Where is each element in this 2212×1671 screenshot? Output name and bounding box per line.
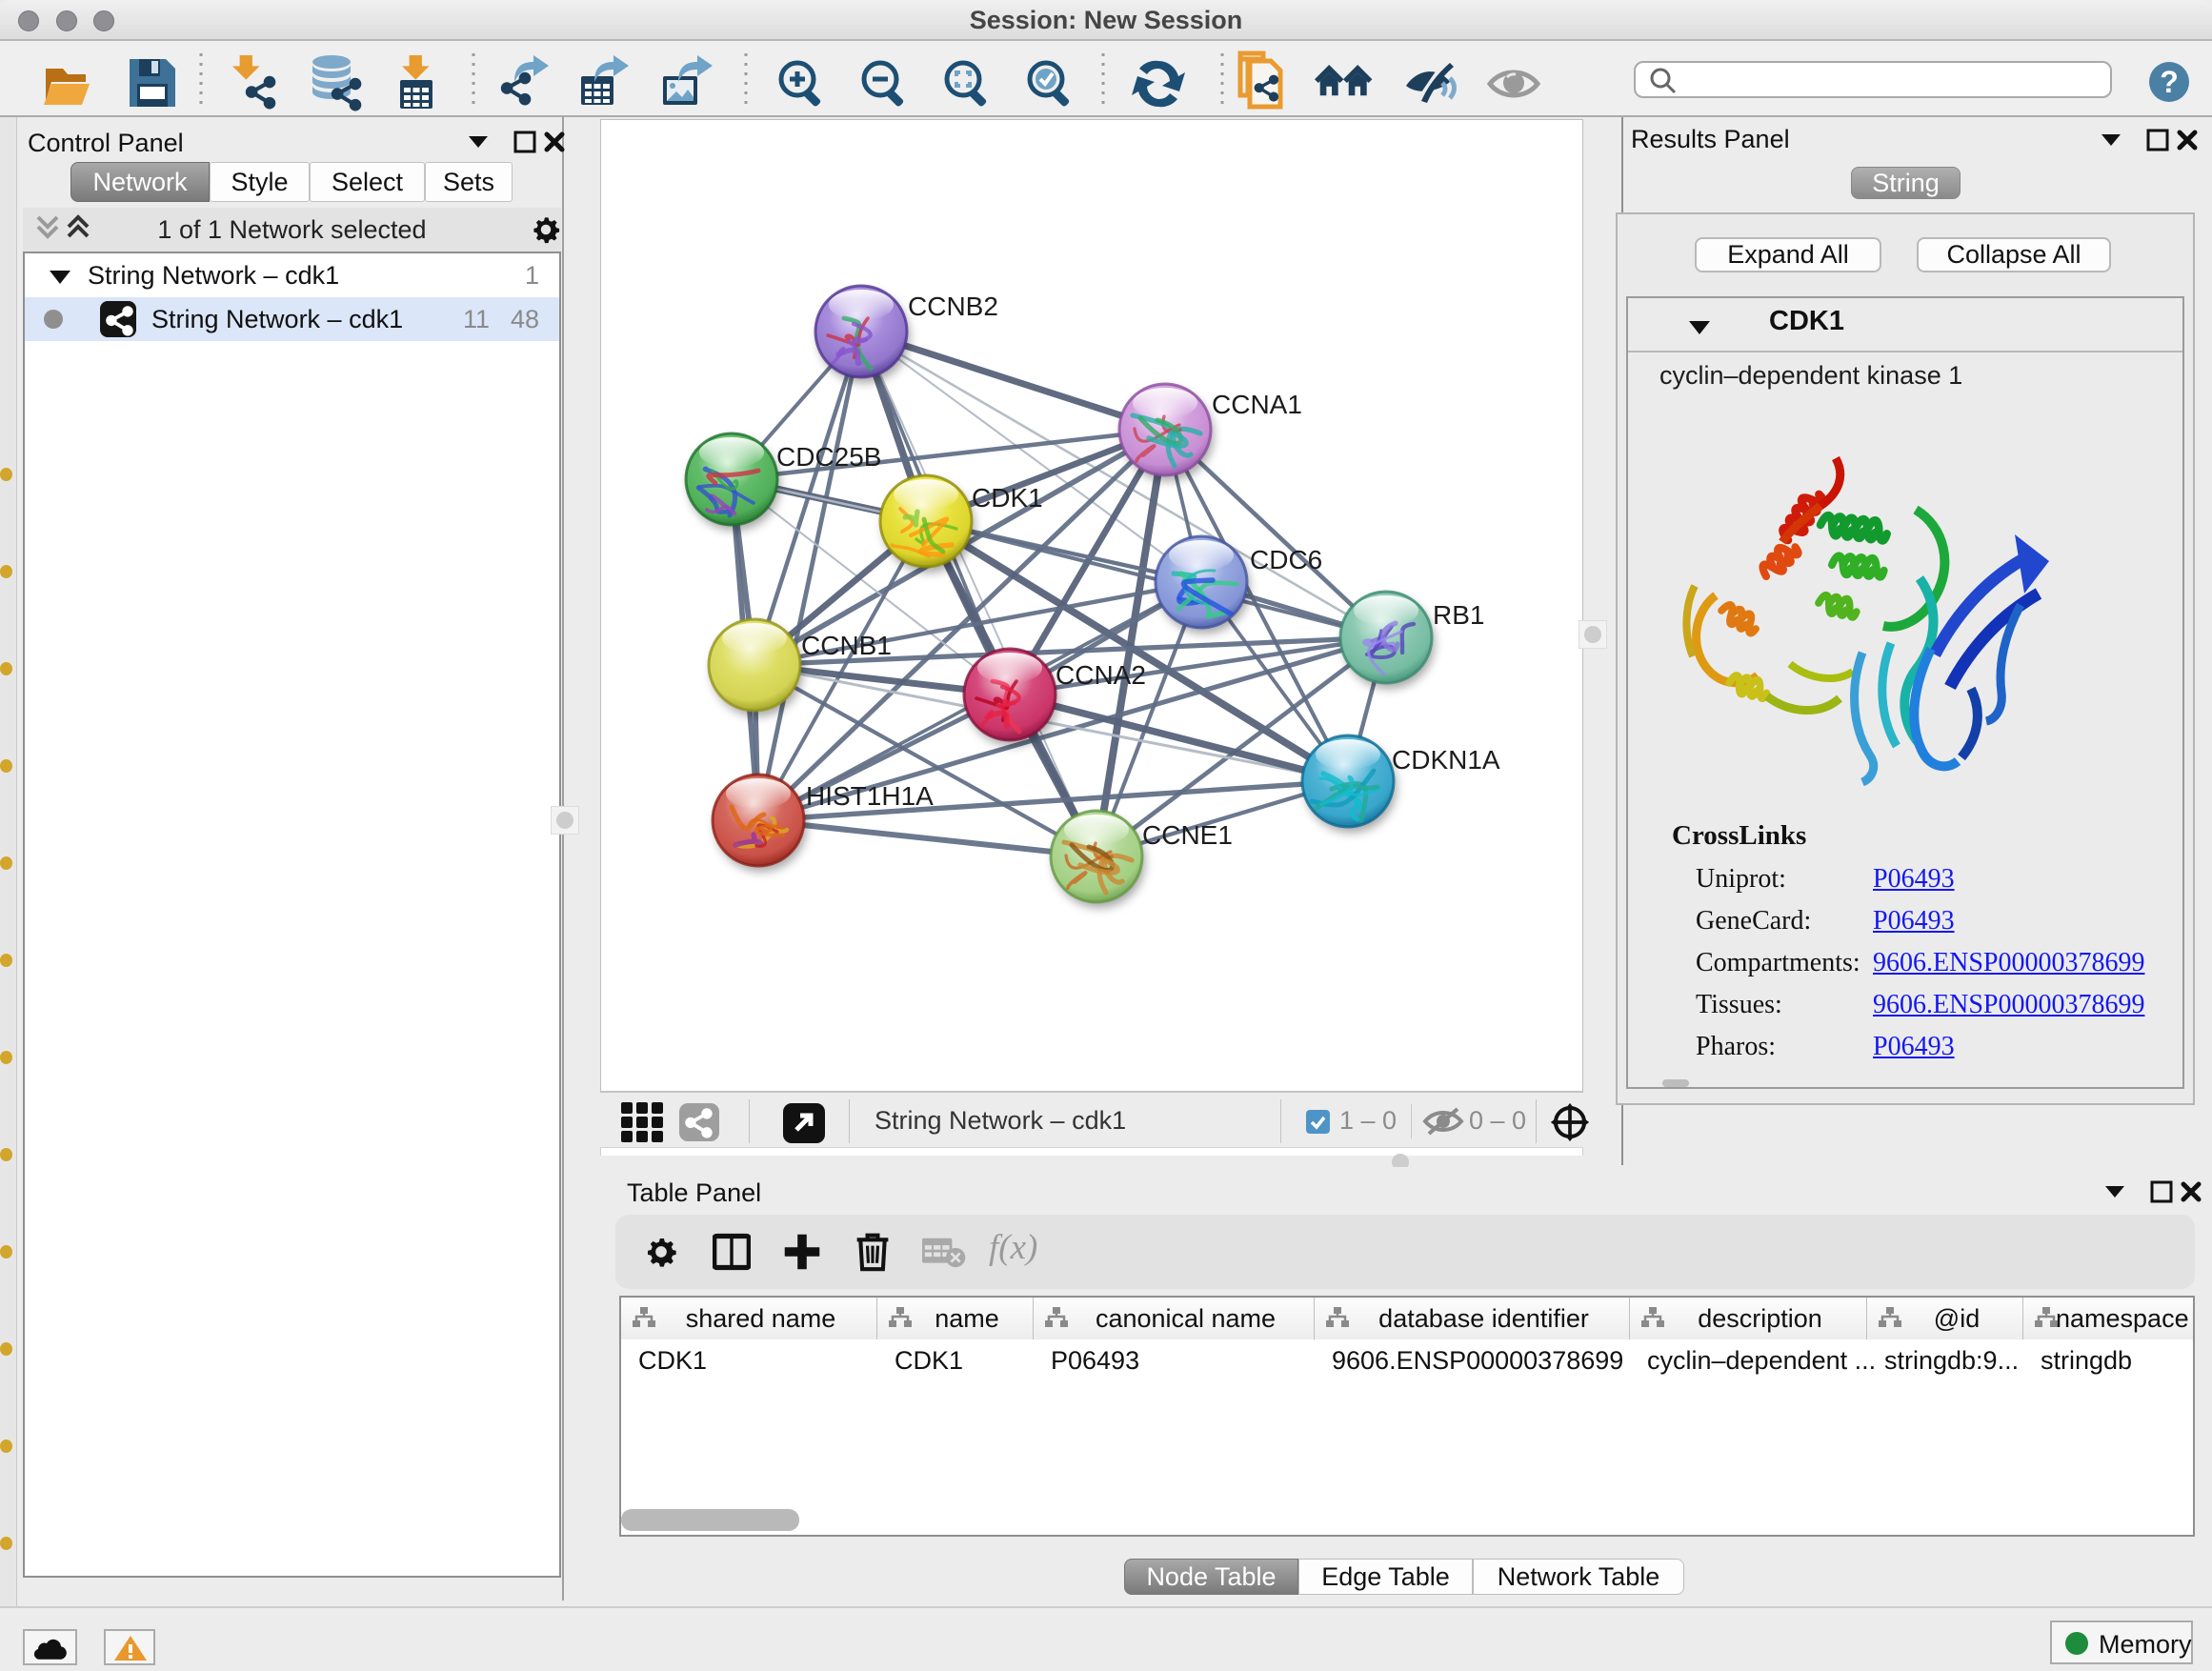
svg-text:CDC6: CDC6 [1250,545,1322,574]
svg-text:CCNB2: CCNB2 [908,292,998,321]
svg-text:CCNA2: CCNA2 [1056,660,1146,690]
svg-text:CCNB1: CCNB1 [801,631,892,660]
svg-text:CDKN1A: CDKN1A [1392,745,1500,775]
svg-text:HIST1H1A: HIST1H1A [806,781,934,811]
svg-text:CDK1: CDK1 [972,483,1043,513]
svg-text:RB1: RB1 [1433,600,1484,630]
svg-text:CCNA1: CCNA1 [1212,390,1302,419]
svg-text:CCNE1: CCNE1 [1142,820,1233,850]
svg-text:CDC25B: CDC25B [776,442,881,472]
